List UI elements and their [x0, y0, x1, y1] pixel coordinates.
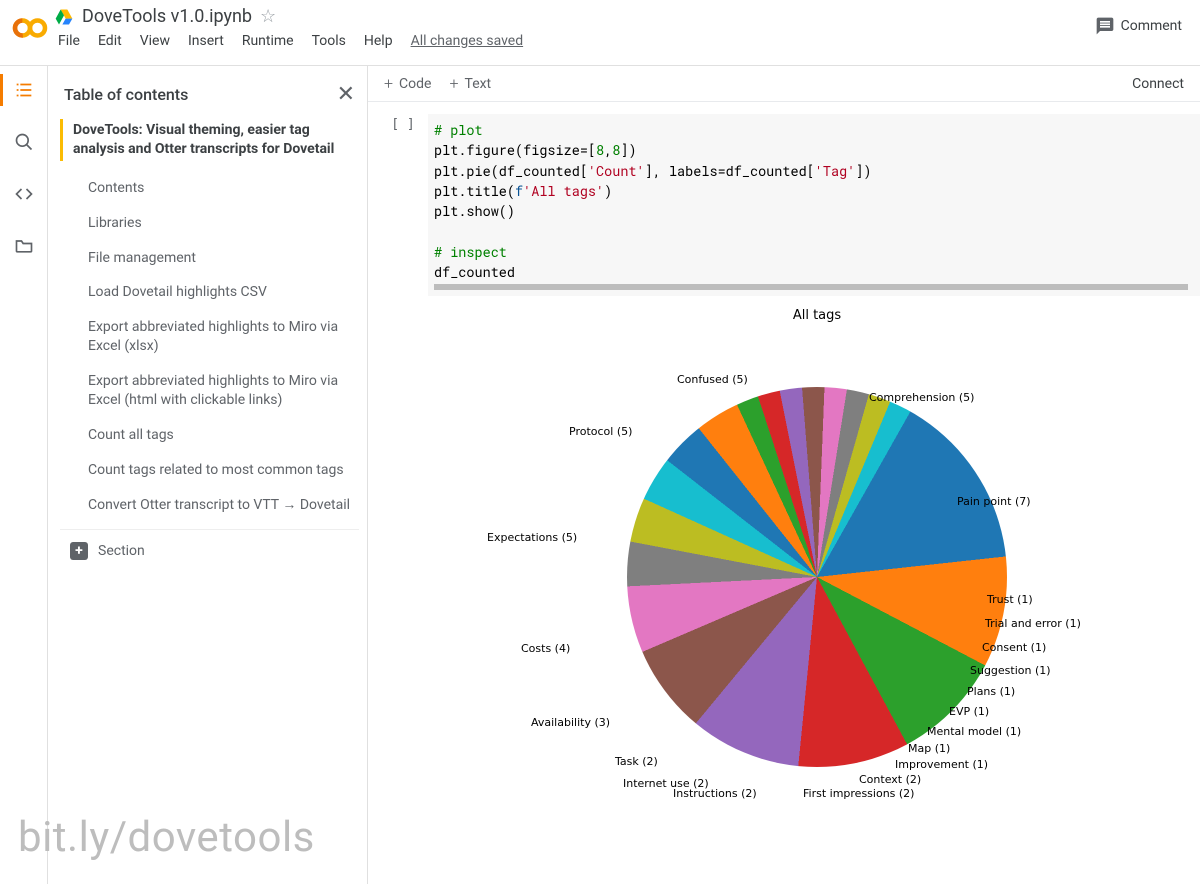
app-header: DoveTools v1.0.ipynb ☆ File Edit View In…: [0, 0, 1200, 66]
toc-list: Contents Libraries File management Load …: [60, 171, 359, 523]
chart-slice-label: EVP (1): [949, 705, 989, 718]
chart-slice-label: Confused (5): [677, 373, 748, 386]
plus-icon: +: [70, 542, 88, 560]
comment-icon: [1095, 16, 1115, 36]
horizontal-scrollbar[interactable]: [434, 284, 1188, 290]
notebook-area: [ ] # plot plt.figure(figsize=[8,8]) plt…: [368, 102, 1200, 884]
toc-icon[interactable]: [12, 78, 36, 102]
toc-item[interactable]: File management: [88, 241, 359, 276]
document-title[interactable]: DoveTools v1.0.ipynb: [82, 6, 252, 27]
menu-view[interactable]: View: [140, 33, 170, 49]
code-snippets-icon[interactable]: [12, 182, 36, 206]
chart-slice-label: Pain point (7): [957, 495, 1031, 508]
toc-panel-title: Table of contents: [64, 85, 188, 104]
code-editor[interactable]: # plot plt.figure(figsize=[8,8]) plt.pie…: [428, 114, 1200, 296]
comment-label: Comment: [1121, 18, 1182, 34]
menu-insert[interactable]: Insert: [188, 33, 224, 49]
menu-bar: File Edit View Insert Runtime Tools Help…: [54, 27, 1095, 57]
chart-slice-label: Costs (4): [521, 642, 570, 655]
chart-slice-label: Availability (3): [531, 716, 610, 729]
chart-title: All tags: [434, 308, 1200, 323]
chart-slice-label: Improvement (1): [895, 758, 988, 771]
menu-file[interactable]: File: [58, 33, 80, 49]
chart-slice-label: Instructions (2): [673, 787, 757, 800]
watermark-text: bit.ly/dovetools: [18, 813, 315, 862]
toc-item[interactable]: Count all tags: [88, 418, 359, 453]
toc-panel: Table of contents ✕ DoveTools: Visual th…: [48, 66, 368, 884]
connect-button[interactable]: Connect: [1132, 76, 1184, 92]
chart-slice-label: Suggestion (1): [970, 664, 1051, 677]
close-icon[interactable]: ✕: [337, 82, 355, 107]
add-text-button[interactable]: +Text: [449, 74, 491, 93]
toc-item[interactable]: Export abbreviated highlights to Miro vi…: [88, 310, 359, 364]
chart-slice-label: Context (2): [859, 773, 921, 786]
left-rail: [0, 66, 48, 884]
add-section-button[interactable]: + Section: [60, 529, 359, 560]
save-status: All changes saved: [411, 33, 524, 49]
plus-icon: +: [449, 74, 458, 93]
toc-heading-main[interactable]: DoveTools: Visual theming, easier tag an…: [60, 119, 359, 161]
cell-output: All tags Pain point (7) Comprehension (5)…: [386, 296, 1200, 831]
menu-help[interactable]: Help: [364, 33, 393, 49]
toc-item[interactable]: Libraries: [88, 206, 359, 241]
code-cell[interactable]: [ ] # plot plt.figure(figsize=[8,8]) plt…: [386, 114, 1200, 296]
chart-slice-label: Task (2): [615, 755, 658, 768]
plus-icon: +: [384, 74, 393, 93]
add-code-button[interactable]: +Code: [384, 74, 431, 93]
colab-logo-icon: [12, 10, 48, 46]
chart-slice-label: Map (1): [908, 742, 950, 755]
toc-item[interactable]: Contents: [88, 171, 359, 206]
search-icon[interactable]: [12, 130, 36, 154]
toc-item[interactable]: Convert Otter transcript to VTT → Doveta…: [88, 488, 359, 523]
section-label: Section: [98, 543, 145, 559]
chart-slice-label: Trust (1): [987, 593, 1033, 606]
toc-item[interactable]: Load Dovetail highlights CSV: [88, 275, 359, 310]
chart-slice-label: Consent (1): [982, 641, 1046, 654]
pie-chart: Pain point (7) Comprehension (5) Confused …: [507, 331, 1127, 811]
menu-runtime[interactable]: Runtime: [242, 33, 294, 49]
drive-icon: [54, 7, 74, 27]
comment-button[interactable]: Comment: [1095, 16, 1182, 36]
notebook-toolbar: +Code +Text Connect: [368, 66, 1200, 102]
chart-slice-label: Expectations (5): [487, 531, 577, 544]
menu-tools[interactable]: Tools: [312, 33, 346, 49]
toc-item[interactable]: Export abbreviated highlights to Miro vi…: [88, 364, 359, 418]
chart-slice-label: Trial and error (1): [985, 617, 1081, 630]
files-icon[interactable]: [12, 234, 36, 258]
chart-slice-label: Plans (1): [967, 685, 1015, 698]
star-icon[interactable]: ☆: [260, 6, 276, 27]
chart-slice-label: Mental model (1): [927, 725, 1021, 738]
chart-slice-label: Protocol (5): [569, 425, 632, 438]
chart-slice-label: First impressions (2): [803, 787, 914, 800]
cell-execution-indicator[interactable]: [ ]: [386, 114, 420, 296]
menu-edit[interactable]: Edit: [98, 33, 122, 49]
toc-item[interactable]: Count tags related to most common tags: [88, 453, 359, 488]
chart-slice-label: Comprehension (5): [869, 391, 974, 404]
